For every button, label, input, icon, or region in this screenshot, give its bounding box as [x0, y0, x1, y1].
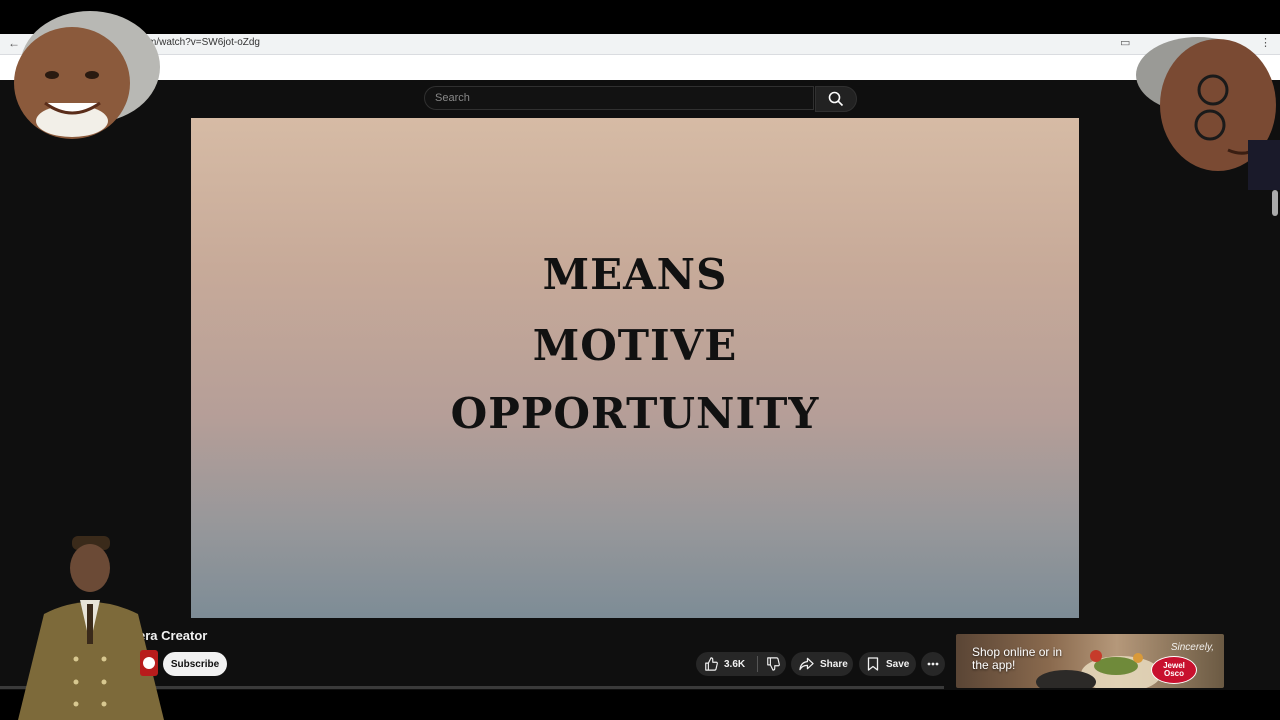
share-label: Share: [820, 658, 848, 670]
like-count: 3.6K: [724, 658, 746, 670]
save-button[interactable]: Save: [859, 652, 916, 676]
search-button[interactable]: [815, 86, 857, 112]
bottom-letterbox: [0, 690, 1280, 720]
like-icon: [705, 657, 718, 671]
bookmarks-strip: [0, 55, 1280, 80]
dislike-icon: [767, 657, 781, 671]
share-icon: [799, 657, 814, 671]
more-actions-button[interactable]: [921, 652, 945, 676]
search-input[interactable]: [424, 86, 814, 110]
browser-address-bar[interactable]: ← m/watch?v=SW6jot-oZdg ▭ ⋮: [0, 34, 1280, 55]
dislike-button[interactable]: [766, 657, 781, 671]
video-player[interactable]: MEANS MOTIVE OPPORTUNITY: [191, 118, 1079, 618]
overlay-face-right: [1136, 37, 1280, 190]
ad-tagline: Sincerely,: [1170, 642, 1214, 653]
overlay-uniform-figure: [18, 536, 164, 720]
save-icon: [867, 657, 879, 671]
like-divider: [757, 656, 759, 672]
scrollbar-thumb[interactable]: [1272, 190, 1278, 216]
ad-banner[interactable]: Shop online or in the app! Sincerely, Je…: [956, 634, 1224, 688]
more-icon: [927, 662, 939, 666]
ad-logo: Jewel Osco: [1151, 656, 1197, 684]
like-dislike-group: 3.6K: [696, 652, 786, 676]
top-letterbox: [0, 0, 1280, 34]
search-bar: [424, 86, 858, 112]
like-button[interactable]: 3.6K: [696, 657, 745, 671]
video-text-opportunity: OPPORTUNITY: [450, 389, 820, 438]
video-text-motive: MOTIVE: [532, 321, 738, 370]
ad-headline: Shop online or in the app!: [972, 645, 1063, 672]
share-button[interactable]: Share: [791, 652, 853, 676]
video-text-means: MEANS: [542, 250, 728, 299]
search-icon: [828, 91, 844, 107]
save-label: Save: [886, 658, 910, 670]
overlay-face-left: [14, 11, 160, 139]
